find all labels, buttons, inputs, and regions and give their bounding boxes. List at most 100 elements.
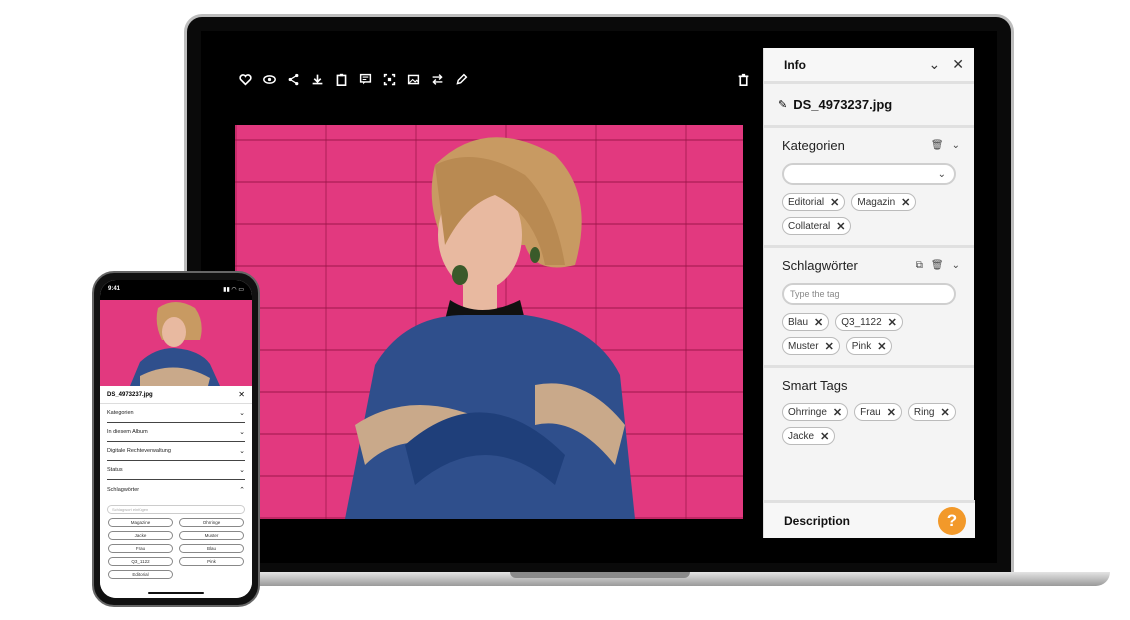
phone-row-album[interactable]: In diesem Album ⌄ [107,423,245,442]
portrait-illustration [345,137,635,519]
chip: Muster ✕ [782,337,840,355]
phone-tag-chips: Magazine Ohrringe Jacke Muster Frau Blau… [100,518,252,579]
heart-icon[interactable] [237,71,253,87]
remove-icon[interactable]: ✕ [877,340,886,353]
schlagwoerter-section: Schlagwörter ⧉ 🗑 ⌄ Type the tag Blau ✕ Q3… [764,248,974,368]
smart-tags-title: Smart Tags [782,378,848,393]
chevron-down-icon: ⌄ [239,467,245,474]
phone-chip[interactable]: Blau [179,544,244,553]
device-mockup-stage: Info ⌄ ✕ ✎ DS_4973237.jpg Kategorien 🗑 ⌄… [0,0,1130,620]
phone-file-header: DS_4973237.jpg ✕ [100,386,252,404]
row-label: Kategorien [107,410,134,416]
filename: DS_4973237.jpg [793,97,893,112]
phone-tag-input[interactable]: Schlagwort einfügen [107,505,245,514]
chip: Editorial ✕ [782,193,846,211]
phone-row-rights[interactable]: Digitale Rechteverwaltung ⌄ [107,442,245,461]
phone-row-kategorien[interactable]: Kategorien ⌄ [107,404,245,423]
swap-icon[interactable] [429,71,445,87]
chip: Magazin ✕ [851,193,917,211]
close-icon[interactable]: ✕ [238,390,245,399]
phone-chip[interactable]: Ohrringe [179,518,244,527]
trash-icon[interactable] [735,71,751,87]
phone-chip[interactable]: Editorial [108,570,173,579]
main-photo [235,125,743,519]
remove-icon[interactable]: ✕ [901,196,910,209]
remove-icon[interactable]: ✕ [820,430,829,443]
remove-icon[interactable]: ✕ [814,316,823,329]
chip-label: Ring [913,406,935,418]
remove-icon[interactable]: ✕ [888,316,897,329]
phone-chip[interactable]: Pink [179,557,244,566]
kategorien-section: Kategorien 🗑 ⌄ ⌄ Editorial ✕ Magazin ✕ Col… [764,128,974,248]
copy-icon[interactable]: ⧉ [916,260,923,271]
phone-chip[interactable]: Muster [179,531,244,540]
clipboard-icon[interactable] [333,71,349,87]
info-title: Info [784,57,806,72]
phone-row-schlagwoerter[interactable]: Schlagwörter ⌃ [107,480,245,499]
chip-label: Frau [860,406,881,418]
schlagwoerter-title: Schlagwörter [782,258,858,273]
chip: Jacke ✕ [782,427,836,445]
chevron-down-icon[interactable]: ⌄ [952,140,960,151]
phone-detail-sheet: DS_4973237.jpg ✕ Kategorien ⌄ In diesem A… [100,386,252,598]
chevron-down-icon[interactable]: ⌄ [929,56,941,73]
remove-icon[interactable]: ✕ [940,406,949,419]
chevron-up-icon: ⌃ [239,486,245,494]
phone-chip[interactable]: Q3_1122 [108,557,173,566]
chip: Blau ✕ [782,313,830,331]
share-icon[interactable] [285,71,301,87]
row-label: Status [107,467,123,473]
image-icon[interactable] [405,71,421,87]
pencil-icon[interactable]: ✎ [778,98,787,111]
portrait-illustration [130,302,220,386]
kategorien-title: Kategorien [782,138,845,153]
phone-chip[interactable]: Frau [108,544,173,553]
remove-icon[interactable]: ✕ [836,220,845,233]
remove-icon[interactable]: ✕ [825,340,834,353]
phone-chip[interactable]: Magazine [108,518,173,527]
chevron-down-icon: ⌄ [239,429,245,436]
chip: Q3_1122 ✕ [835,313,903,331]
chip-label: Q3_1122 [841,316,882,328]
comment-icon[interactable] [357,71,373,87]
kategorien-select[interactable]: ⌄ [782,163,956,185]
phone-chip[interactable]: Jacke [108,531,173,540]
remove-icon[interactable]: ✕ [833,406,842,419]
chip-label: Jacke [788,430,815,442]
row-label: Digitale Rechteverwaltung [107,448,171,454]
image-toolbar [237,71,469,87]
info-panel: Info ⌄ ✕ ✎ DS_4973237.jpg Kategorien 🗑 ⌄… [763,48,975,538]
smart-tags-section: Smart Tags Ohrringe ✕ Frau ✕ Ring ✕ Jacke ✕ [764,368,974,455]
chip: Ohrringe ✕ [782,403,849,421]
row-label: Schlagwörter [107,486,140,493]
chip: Pink ✕ [845,337,893,355]
signal-icon: ▮▮ ◠ ▭ [223,287,244,293]
remove-icon[interactable]: ✕ [887,406,896,419]
download-icon[interactable] [309,71,325,87]
help-button[interactable]: ? [938,507,966,535]
chip-label: Editorial [788,196,825,208]
chevron-down-icon: ⌄ [239,448,245,455]
trash-icon[interactable]: 🗑 [931,260,944,271]
chevron-down-icon: ⌄ [239,410,245,417]
info-header: Info ⌄ ✕ [764,48,974,84]
remove-icon[interactable]: ✕ [830,196,839,209]
chip: Ring ✕ [907,403,956,421]
chevron-down-icon: ⌄ [937,168,946,180]
tag-input[interactable]: Type the tag [782,283,956,305]
trash-icon[interactable]: 🗑 [931,140,944,151]
filename-row: ✎ DS_4973237.jpg [764,84,974,128]
crop-icon[interactable] [381,71,397,87]
chip: Frau ✕ [854,403,902,421]
phone-device: 9:41 ▮▮ ◠ ▭ DS_4973237.jpg ✕ Kategorien ⌄… [92,271,260,607]
smart-tags-chips: Ohrringe ✕ Frau ✕ Ring ✕ Jacke ✕ [782,403,960,445]
chevron-down-icon[interactable]: ⌄ [952,260,960,271]
schlagwoerter-chips: Blau ✕ Q3_1122 ✕ Muster ✕ Pink ✕ [782,313,960,355]
pencil-icon[interactable] [453,71,469,87]
phone-row-status[interactable]: Status ⌄ [107,461,245,480]
chip-label: Collateral [788,220,831,232]
chip: Collateral ✕ [782,217,852,235]
eye-icon[interactable] [261,71,277,87]
description-title: Description [784,513,851,528]
close-icon[interactable]: ✕ [952,56,964,73]
